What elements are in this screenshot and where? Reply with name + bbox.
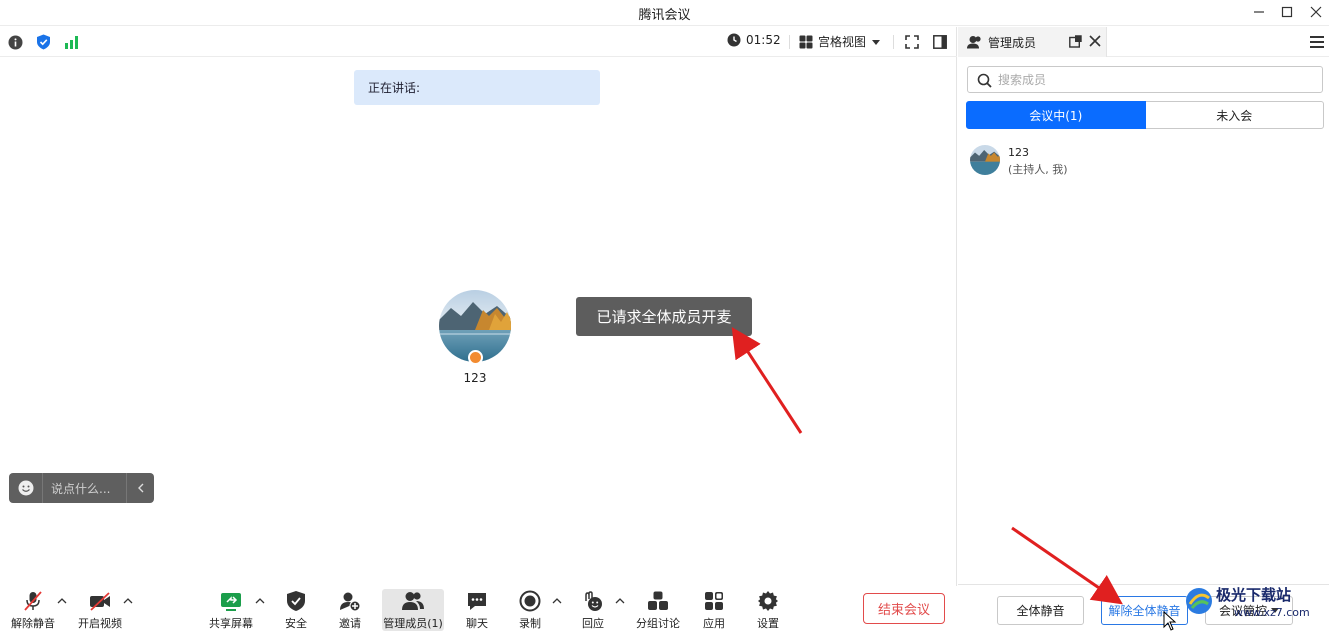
grid-view-icon <box>799 35 813 48</box>
maximize-button[interactable] <box>1272 2 1302 22</box>
mouse-cursor-icon <box>1163 611 1177 631</box>
panel-title: 管理成员 <box>988 36 1037 50</box>
member-list-item[interactable]: 123 (主持人, 我) <box>970 145 1320 177</box>
site-watermark: 极光下载站 www.xz7.com <box>1178 582 1329 634</box>
record-button[interactable]: 录制 <box>510 589 550 631</box>
apps-button[interactable]: 应用 <box>694 589 734 631</box>
mic-muted-icon <box>22 589 44 612</box>
settings-button[interactable]: 设置 <box>748 589 788 631</box>
security-shield-icon[interactable] <box>35 34 51 50</box>
raise-hand-smile-icon <box>582 589 604 612</box>
fullscreen-icon[interactable] <box>904 34 920 50</box>
tab-in-meeting[interactable]: 会议中(1) <box>966 101 1146 129</box>
watermark-url: www.xz7.com <box>1234 606 1310 619</box>
signal-strength-icon[interactable] <box>63 34 79 50</box>
apps-label: 应用 <box>703 617 725 630</box>
apps-grid-icon <box>703 589 725 612</box>
share-screen-label: 共享屏幕 <box>209 617 253 630</box>
tab-not-joined[interactable]: 未入会 <box>1145 101 1324 129</box>
chat-label: 聊天 <box>466 617 488 630</box>
view-mode-dropdown[interactable]: 宫格视图 <box>799 33 881 50</box>
manage-members-label: 管理成员(1) <box>383 617 443 630</box>
chat-placeholder[interactable]: 说点什么... <box>43 480 126 497</box>
participant-name: 123 <box>463 371 487 385</box>
quick-chat-bar[interactable]: 说点什么... <box>9 473 154 503</box>
meeting-timer: 01:52 <box>727 33 781 47</box>
maximize-icon <box>1281 6 1293 18</box>
start-video-button[interactable]: 开启视频 <box>75 589 125 631</box>
gear-icon <box>757 589 779 612</box>
topbar-divider <box>789 35 790 49</box>
end-meeting-button[interactable]: 结束会议 <box>863 593 945 624</box>
panel-tab-members[interactable]: 管理成员 <box>958 27 1107 57</box>
share-screen-button[interactable]: 共享屏幕 <box>206 589 256 631</box>
mute-all-button[interactable]: 全体静音 <box>997 596 1084 625</box>
view-mode-label: 宫格视图 <box>818 35 867 49</box>
reactions-button[interactable]: 回应 <box>573 589 613 631</box>
popout-icon[interactable] <box>1069 35 1082 48</box>
security-button[interactable]: 安全 <box>276 589 316 631</box>
start-video-label: 开启视频 <box>78 617 122 630</box>
window-title: 腾讯会议 <box>638 8 691 23</box>
title-bar: 腾讯会议 <box>0 0 1329 26</box>
member-search-input[interactable] <box>998 72 1298 87</box>
breakout-label: 分组讨论 <box>636 617 680 630</box>
sidebar-toggle-icon[interactable] <box>932 34 948 50</box>
invite-button[interactable]: 邀请 <box>330 589 370 631</box>
chat-bubble-icon <box>466 589 488 612</box>
meeting-toolbar: 解除静音 开启视频 共享屏幕 安全 邀请 管理成员(1) 聊天 录制 回应 分组… <box>0 586 957 634</box>
share-options-chevron-icon[interactable] <box>255 596 265 606</box>
member-role: (主持人, 我) <box>1008 163 1068 176</box>
chevron-left-icon[interactable] <box>126 473 154 503</box>
unmute-button[interactable]: 解除静音 <box>8 589 58 631</box>
video-options-chevron-icon[interactable] <box>123 596 133 606</box>
search-icon <box>977 73 992 88</box>
member-name: 123 <box>1008 146 1029 159</box>
breakout-rooms-button[interactable]: 分组讨论 <box>634 589 682 631</box>
chat-button[interactable]: 聊天 <box>457 589 497 631</box>
record-label: 录制 <box>519 617 541 630</box>
shield-check-icon <box>286 589 306 612</box>
meeting-topbar: 01:52 宫格视图 <box>0 27 957 57</box>
member-icon <box>967 36 981 49</box>
topbar-divider <box>893 35 894 49</box>
timer-value: 01:52 <box>746 33 781 47</box>
unmute-label: 解除静音 <box>11 617 55 630</box>
members-panel: 管理成员 会议中(1) 未入会 123 (主持人, 我) 全体静音 解除全体静音… <box>958 27 1329 634</box>
close-panel-icon[interactable] <box>1089 35 1101 47</box>
share-screen-icon <box>220 589 242 612</box>
caret-down-icon <box>872 39 881 45</box>
meeting-stage: 01:52 宫格视图 正在讲话: 123 已请求全体成员开麦 说点什么... 解… <box>0 27 957 634</box>
settings-label: 设置 <box>757 617 779 630</box>
audio-options-chevron-icon[interactable] <box>57 596 67 606</box>
close-icon <box>1310 6 1322 18</box>
clock-icon <box>727 33 741 47</box>
info-icon[interactable] <box>7 34 23 50</box>
manage-members-button[interactable]: 管理成员(1) <box>382 589 444 631</box>
members-icon <box>401 589 425 612</box>
notification-toast: 已请求全体成员开麦 <box>576 297 752 336</box>
member-avatar <box>970 145 1000 175</box>
record-options-chevron-icon[interactable] <box>552 596 562 606</box>
invite-label: 邀请 <box>339 617 361 630</box>
panel-header: 管理成员 <box>958 27 1329 57</box>
minimize-button[interactable] <box>1244 2 1274 22</box>
menu-icon[interactable] <box>1310 36 1324 48</box>
add-user-icon <box>339 589 361 612</box>
watermark-text: 极光下载站 <box>1216 586 1292 604</box>
breakout-icon <box>647 589 669 612</box>
record-icon <box>519 589 541 612</box>
watermark-logo-icon <box>1186 588 1212 614</box>
emoji-icon[interactable] <box>9 473 43 503</box>
member-search-field[interactable] <box>967 66 1323 93</box>
member-status-tabs: 会议中(1) 未入会 <box>966 101 1324 129</box>
minimize-icon <box>1254 11 1264 13</box>
close-window-button[interactable] <box>1301 2 1329 22</box>
host-badge-icon <box>468 350 483 365</box>
reactions-label: 回应 <box>582 617 604 630</box>
reactions-options-chevron-icon[interactable] <box>615 596 625 606</box>
camera-off-icon <box>88 589 112 612</box>
security-label: 安全 <box>285 617 307 630</box>
speaking-indicator: 正在讲话: <box>354 70 600 105</box>
